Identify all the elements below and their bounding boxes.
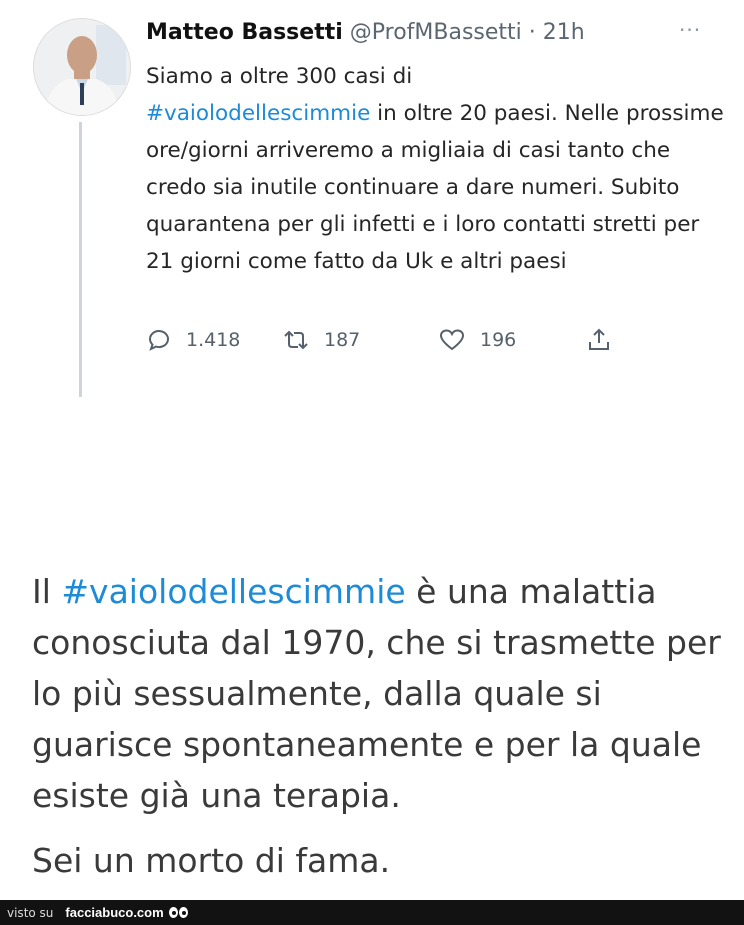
reply-prefix: Il — [32, 572, 62, 611]
tweet-text-rest: #vaiolodellescimmie in oltre 20 paesi. N… — [146, 95, 726, 280]
reply-button[interactable]: 1.418 — [146, 322, 240, 358]
tweet-actions: 1.418 187 196 — [146, 322, 626, 358]
reply-text: Il #vaiolodellescimmie è una malattia co… — [32, 566, 722, 886]
thread-line — [79, 122, 82, 397]
reply-count: 1.418 — [186, 329, 241, 351]
retweet-count: 187 — [324, 329, 361, 351]
share-button[interactable] — [586, 322, 612, 358]
more-icon[interactable]: ··· — [679, 18, 701, 42]
author-handle[interactable]: @ProfMBassetti — [350, 20, 522, 45]
separator: · — [521, 20, 543, 45]
like-count: 196 — [480, 329, 517, 351]
hashtag-link[interactable]: #vaiolodellescimmie — [146, 101, 370, 126]
reply-paragraph: Il #vaiolodellescimmie è una malattia co… — [32, 566, 722, 821]
avatar-photo — [34, 19, 130, 115]
retweet-icon — [284, 330, 308, 350]
like-button[interactable]: 196 — [438, 322, 516, 358]
eyes-logo-icon — [168, 907, 189, 918]
brand-label[interactable]: facciabuco.com — [65, 905, 163, 920]
tweet-time[interactable]: 21h — [543, 20, 585, 45]
tweet-text: Siamo a oltre 300 casi di #vaiolodellesc… — [146, 58, 726, 280]
reply-closing: Sei un morto di fama. — [32, 841, 391, 880]
author-name[interactable]: Matteo Bassetti — [146, 20, 343, 45]
share-icon — [589, 328, 609, 350]
tweet-text-line1: Siamo a oltre 300 casi di — [146, 64, 413, 89]
heart-icon — [439, 329, 465, 351]
visto-su-label: visto su — [7, 905, 54, 920]
tweet-card[interactable]: Matteo Bassetti @ProfMBassetti · 21h ···… — [0, 0, 744, 420]
reply-icon — [148, 330, 169, 351]
retweet-button[interactable]: 187 — [282, 322, 360, 358]
avatar[interactable] — [33, 18, 131, 116]
tweet-text-body: in oltre 20 paesi. Nelle prossime ore/gi… — [146, 101, 724, 274]
reply-hashtag-link[interactable]: #vaiolodellescimmie — [61, 572, 405, 611]
watermark-footer: visto su facciabuco.com — [0, 900, 744, 925]
tweet-header: Matteo Bassetti @ProfMBassetti · 21h — [146, 18, 585, 48]
